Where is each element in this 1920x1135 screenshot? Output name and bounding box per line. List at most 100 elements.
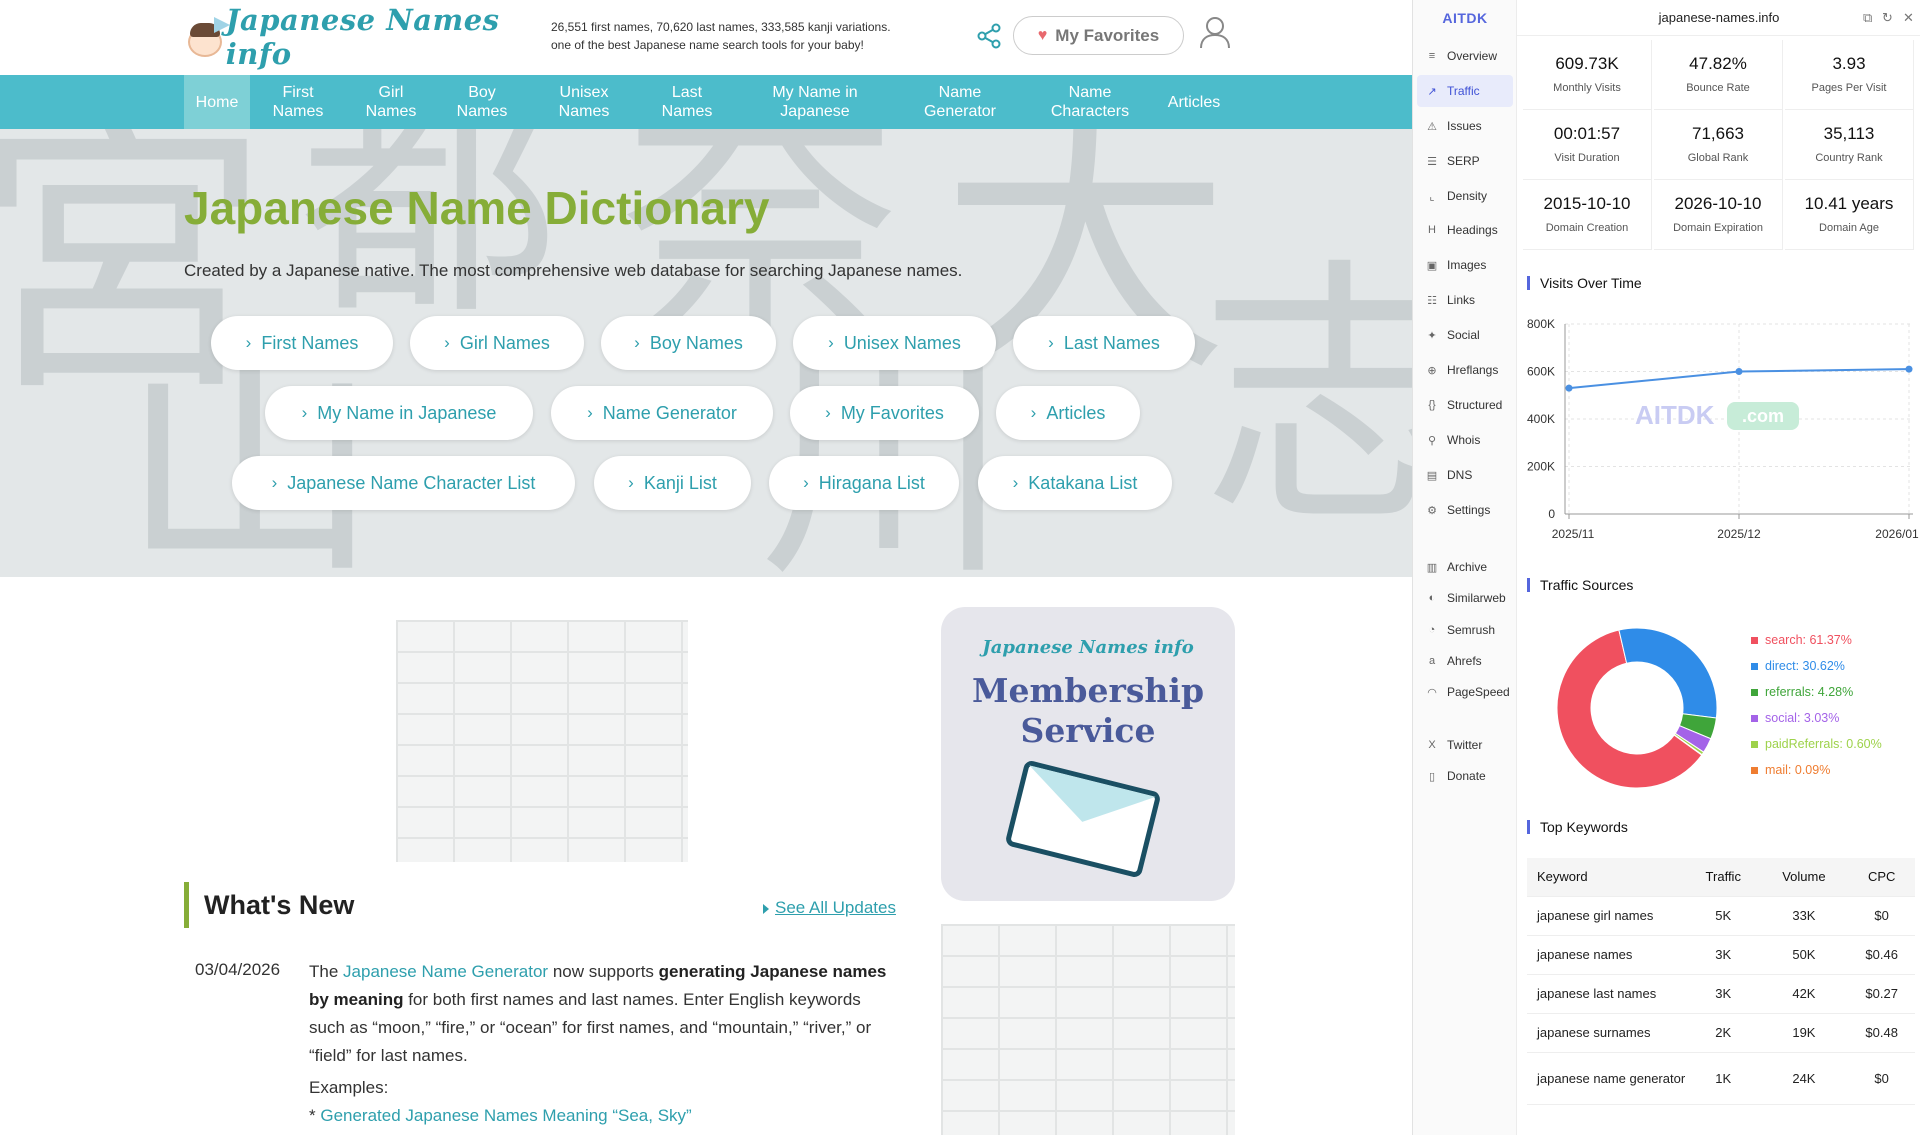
stat-domain-age: 10.41 years Domain Age bbox=[1785, 180, 1914, 250]
y-tick-label: 0 bbox=[1548, 507, 1555, 521]
similarweb-icon: ◐ bbox=[1428, 592, 1436, 604]
sidebar-item-social[interactable]: ✦ Social bbox=[1417, 319, 1513, 351]
stat-label: Pages Per Visit bbox=[1811, 82, 1887, 94]
legend-item-direct[interactable]: direct: 30.62% bbox=[1751, 659, 1845, 673]
pill-my-favorites[interactable]: › My Favorites bbox=[790, 386, 979, 440]
pill-hiragana-list[interactable]: › Hiragana List bbox=[769, 456, 959, 510]
sidebar-item-serp[interactable]: ☰ SERP bbox=[1417, 145, 1513, 177]
stat-value: 3.93 bbox=[1832, 54, 1866, 73]
legend-item-social[interactable]: social: 3.03% bbox=[1751, 711, 1839, 725]
nav-boy-names[interactable]: Boy Names bbox=[444, 75, 520, 129]
column-header-cpc[interactable]: CPC bbox=[1848, 858, 1915, 897]
see-all-updates-link[interactable]: See All Updates bbox=[763, 898, 896, 918]
sidebar-item-pagespeed[interactable]: ◠ PageSpeed bbox=[1417, 676, 1513, 708]
site-logo[interactable]: Japanese Names info bbox=[184, 3, 510, 71]
table-row[interactable]: japanese names 3K 50K $0.46 bbox=[1527, 935, 1915, 975]
user-account-icon[interactable] bbox=[1198, 14, 1232, 50]
cell-traffic: 3K bbox=[1687, 935, 1760, 975]
my-favorites-button[interactable]: ♥ My Favorites bbox=[1013, 16, 1184, 55]
links-icon: ☷ bbox=[1427, 294, 1437, 307]
table-row[interactable]: japanese last names 3K 42K $0.27 bbox=[1527, 974, 1915, 1014]
table-row[interactable]: japanese surnames 2K 19K $0.48 bbox=[1527, 1013, 1915, 1053]
column-header-traffic[interactable]: Traffic bbox=[1687, 858, 1760, 897]
pill-katakana-list[interactable]: › Katakana List bbox=[978, 456, 1172, 510]
legend-item-paidreferrals[interactable]: paidReferrals: 0.60% bbox=[1751, 737, 1882, 751]
sidebar-item-label: Images bbox=[1447, 258, 1487, 272]
tagline-line-1: 26,551 first names, 70,620 last names, 3… bbox=[551, 20, 891, 34]
nav-home[interactable]: Home bbox=[184, 75, 250, 129]
cell-volume: 42K bbox=[1759, 974, 1849, 1014]
nav-articles[interactable]: Articles bbox=[1156, 75, 1232, 129]
column-header-keyword[interactable]: Keyword bbox=[1527, 858, 1687, 897]
sidebar-item-links[interactable]: ☷ Links bbox=[1417, 284, 1513, 316]
ad-placeholder bbox=[396, 620, 688, 862]
sidebar-item-settings[interactable]: ⚙ Settings bbox=[1417, 494, 1513, 526]
sidebar-item-structured[interactable]: {} Structured bbox=[1417, 389, 1513, 421]
sidebar-item-label: PageSpeed bbox=[1447, 685, 1510, 699]
chevron-right-icon: › bbox=[271, 473, 278, 492]
pill-boy-names[interactable]: › Boy Names bbox=[601, 316, 776, 370]
sidebar-item-headings[interactable]: H Headings bbox=[1417, 214, 1513, 246]
sidebar-item-whois[interactable]: ⚲ Whois bbox=[1417, 424, 1513, 456]
sidebar-item-ahrefs[interactable]: a Ahrefs bbox=[1417, 645, 1513, 677]
extension-brand: AITDK bbox=[1442, 10, 1488, 26]
stat-value: 47.82% bbox=[1689, 54, 1747, 73]
sidebar-item-donate[interactable]: ▯ Donate bbox=[1417, 760, 1513, 792]
stat-domain-creation: 2015-10-10 Domain Creation bbox=[1523, 180, 1652, 250]
pill-articles[interactable]: › Articles bbox=[996, 386, 1140, 440]
table-row[interactable]: japanese name generator 1K 24K $0 bbox=[1527, 1052, 1915, 1105]
pill-name-generator[interactable]: › Name Generator bbox=[551, 386, 773, 440]
pill-last-names[interactable]: › Last Names bbox=[1013, 316, 1195, 370]
pin-icon[interactable]: ⧉ bbox=[1863, 10, 1872, 26]
example-link-sea-sky[interactable]: Generated Japanese Names Meaning “Sea, S… bbox=[320, 1106, 691, 1125]
hero-section: 宮 都 奈 大 志 山 川 Japanese Name Dictionary C… bbox=[0, 129, 1412, 577]
membership-banner[interactable]: Japanese Names info Membership Service bbox=[941, 607, 1235, 901]
pill-first-names[interactable]: › First Names bbox=[211, 316, 393, 370]
close-icon[interactable]: ✕ bbox=[1903, 10, 1914, 26]
sidebar-item-twitter[interactable]: X Twitter bbox=[1417, 729, 1513, 761]
nav-unisex-names[interactable]: Unisex Names bbox=[545, 75, 623, 129]
cell-cpc: $0.27 bbox=[1848, 974, 1915, 1014]
headings-icon: H bbox=[1428, 224, 1436, 236]
x-tick-label: 2025/12 bbox=[1717, 527, 1761, 541]
nav-my-name-in-japanese[interactable]: My Name in Japanese bbox=[760, 75, 870, 129]
sidebar-item-density[interactable]: ⌞ Density bbox=[1417, 180, 1513, 212]
whois-icon: ⚲ bbox=[1427, 434, 1437, 447]
table-row[interactable]: japanese girl names 5K 33K $0 bbox=[1527, 896, 1915, 936]
pill-kanji-list[interactable]: › Kanji List bbox=[594, 456, 751, 510]
sidebar-item-overview[interactable]: ≡ Overview bbox=[1417, 40, 1513, 72]
chevron-right-icon: › bbox=[628, 473, 634, 492]
y-tick-label: 800K bbox=[1527, 317, 1555, 331]
settings-icon: ⚙ bbox=[1427, 504, 1437, 517]
nav-first-names[interactable]: First Names bbox=[262, 75, 334, 129]
nav-name-generator[interactable]: Name Generator bbox=[910, 75, 1010, 129]
refresh-icon[interactable]: ↻ bbox=[1882, 10, 1893, 26]
sidebar-item-hreflangs[interactable]: ⊕ Hreflangs bbox=[1417, 354, 1513, 386]
news-link-name-generator[interactable]: Japanese Name Generator bbox=[343, 962, 548, 981]
chevron-right-icon: › bbox=[587, 403, 593, 422]
sidebar-item-archive[interactable]: ▥ Archive bbox=[1417, 551, 1513, 583]
pill-my-name-in-japanese[interactable]: › My Name in Japanese bbox=[265, 386, 533, 440]
share-icon[interactable] bbox=[975, 22, 1003, 50]
legend-item-mail[interactable]: mail: 0.09% bbox=[1751, 763, 1830, 777]
nav-last-names[interactable]: Last Names bbox=[650, 75, 724, 129]
pill-girl-names[interactable]: › Girl Names bbox=[410, 316, 584, 370]
legend-item-referrals[interactable]: referrals: 4.28% bbox=[1751, 685, 1853, 699]
nav-name-characters[interactable]: Name Characters bbox=[1038, 75, 1142, 129]
sidebar-item-issues[interactable]: ⚠ Issues bbox=[1417, 110, 1513, 142]
sidebar-item-similarweb[interactable]: ◐ Similarweb bbox=[1417, 582, 1513, 614]
column-header-volume[interactable]: Volume bbox=[1759, 858, 1849, 897]
sidebar-item-traffic[interactable]: ↗ Traffic bbox=[1417, 75, 1513, 107]
legend-item-search[interactable]: search: 61.37% bbox=[1751, 633, 1852, 647]
sidebar-item-images[interactable]: ▣ Images bbox=[1417, 249, 1513, 281]
site-header: Japanese Names info 26,551 first names, … bbox=[0, 0, 1412, 75]
top-keywords-table: Keyword Traffic Volume CPC japanese girl na… bbox=[1527, 858, 1915, 1105]
sidebar-item-semrush[interactable]: ◔ Semrush bbox=[1417, 614, 1513, 646]
pill-japanese-name-character-list[interactable]: › Japanese Name Character List bbox=[232, 456, 575, 510]
structured-icon: {} bbox=[1428, 399, 1436, 411]
stat-visit-duration: 00:01:57 Visit Duration bbox=[1523, 110, 1652, 180]
pill-unisex-names[interactable]: › Unisex Names bbox=[793, 316, 996, 370]
envelope-icon bbox=[1004, 759, 1162, 879]
nav-girl-names[interactable]: Girl Names bbox=[354, 75, 428, 129]
sidebar-item-dns[interactable]: ▤ DNS bbox=[1417, 459, 1513, 491]
